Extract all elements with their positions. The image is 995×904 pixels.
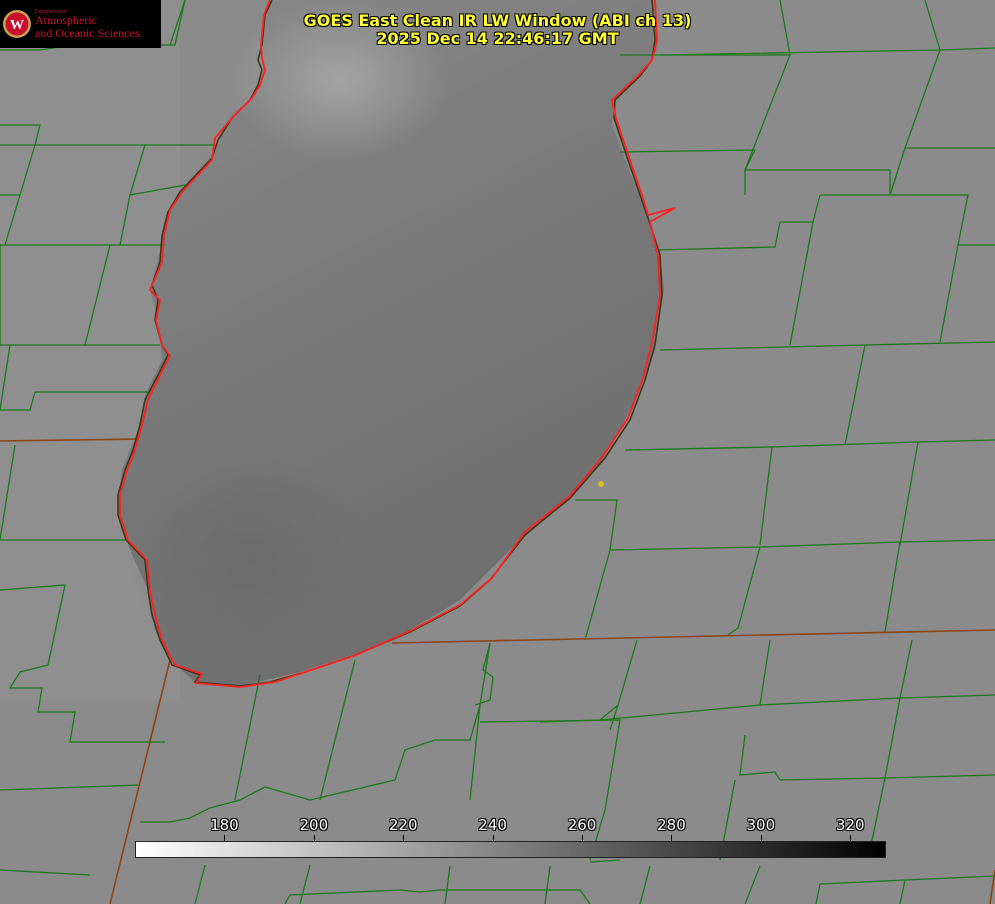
product-title: GOES East Clean IR LW Window (ABI ch 13) [303,11,692,30]
product-timestamp: 2025 Dec 14 22:46:17 GMT [376,29,619,48]
location-marker [598,481,604,487]
colorbar-tick-label: 260 [567,816,597,834]
colorbar-tick-label: 180 [210,816,239,834]
cold-region [130,450,370,670]
satellite-map [0,0,995,904]
satellite-image-viewer: W Department of Atmospheric and Oceanic … [0,0,995,904]
colorbar-tick-label: 220 [388,816,418,834]
colorbar-tick-label: 240 [478,816,507,834]
colorbar-tick-label: 320 [835,816,865,834]
temperature-colorbar [135,841,886,858]
colorbar-tick-label: 280 [657,816,686,834]
colorbar-tick-label: 300 [746,816,776,834]
colorbar-tick-label: 200 [299,816,329,834]
